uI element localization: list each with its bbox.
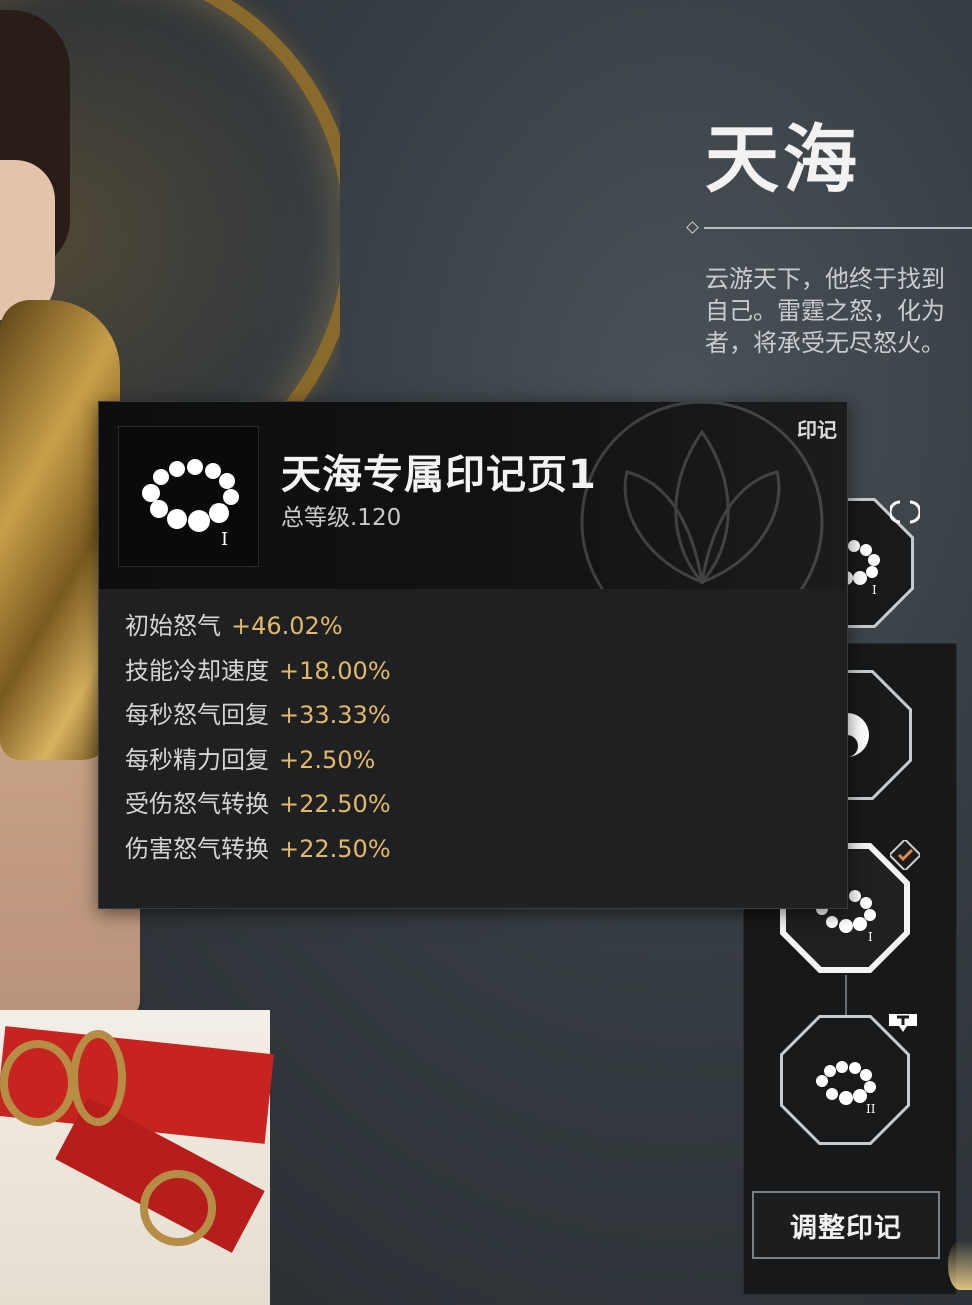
stat-value: +22.50% [279, 834, 391, 863]
stat-value: +22.50% [279, 790, 391, 819]
stat-name: 初始怒气 [125, 612, 221, 640]
svg-text:II: II [866, 1102, 876, 1116]
equipped-check-icon [890, 840, 920, 870]
tooltip-total-level: 总等级.120 [281, 505, 402, 531]
tooltip-header: I 天海专属印记页1 总等级.120 印记 [99, 402, 847, 589]
divider-diamond-icon [686, 221, 699, 234]
stat-row: 初始怒气 +46.02% [125, 608, 391, 653]
stat-list: 初始怒气 +46.02% 技能冷却速度 +18.00% 每秒怒气回复 +33.33% … [125, 608, 391, 876]
belt-ring [70, 1030, 126, 1126]
prayer-beads-icon: II [816, 1061, 876, 1116]
description-line: 者，将承受无尽怒火。 [705, 329, 945, 357]
svg-text:I: I [868, 930, 873, 944]
character-face [0, 160, 55, 320]
stat-value: +18.00% [279, 656, 391, 685]
stat-row: 每秒怒气回复 +33.33% [125, 697, 391, 742]
tooltip-category-tag: 印记 [797, 418, 837, 442]
title-divider [686, 221, 972, 234]
stat-row: 伤害怒气转换 +22.50% [125, 831, 391, 876]
description-line: 云游天下，他终于找到 [705, 265, 945, 293]
description-line: 自己。雷霆之怒，化为 [705, 297, 945, 325]
stat-name: 技能冷却速度 [125, 656, 269, 685]
svg-text:I: I [221, 529, 228, 550]
prayer-beads-icon: I [142, 459, 239, 550]
tooltip-title: 天海专属印记页1 [281, 452, 597, 498]
tag-icon [889, 1014, 917, 1032]
corner-decoration [948, 1240, 972, 1290]
hero-description: 云游天下，他终于找到 自己。雷霆之怒，化为 者，将承受无尽怒火。 [705, 263, 972, 363]
stat-name: 伤害怒气转换 [125, 834, 269, 863]
svg-text:I: I [872, 583, 877, 597]
stat-value: +33.33% [279, 701, 391, 730]
stat-row: 技能冷却速度 +18.00% [125, 653, 391, 698]
belt-ring [0, 1040, 76, 1126]
stat-name: 每秒怒气回复 [125, 701, 269, 730]
stat-name: 每秒精力回复 [125, 745, 269, 774]
belt-medallion [140, 1170, 216, 1246]
stat-row: 受伤怒气转换 +22.50% [125, 786, 391, 831]
slot-connector-line [845, 975, 847, 1017]
stat-value: +46.02% [231, 612, 343, 640]
seal-slot-4[interactable]: II [780, 1015, 910, 1145]
hero-name: 天海 [705, 117, 861, 203]
refresh-icon[interactable] [890, 498, 920, 526]
seal-page-icon: I [118, 426, 259, 567]
stat-name: 受伤怒气转换 [125, 790, 269, 819]
stat-value: +2.50% [279, 745, 376, 774]
adjust-seal-button[interactable]: 调整印记 [752, 1191, 940, 1259]
seal-page-tooltip: I 天海专属印记页1 总等级.120 印记 初始怒气 +46.02% 技能冷却速度… [98, 401, 848, 909]
stat-row: 每秒精力回复 +2.50% [125, 742, 391, 787]
